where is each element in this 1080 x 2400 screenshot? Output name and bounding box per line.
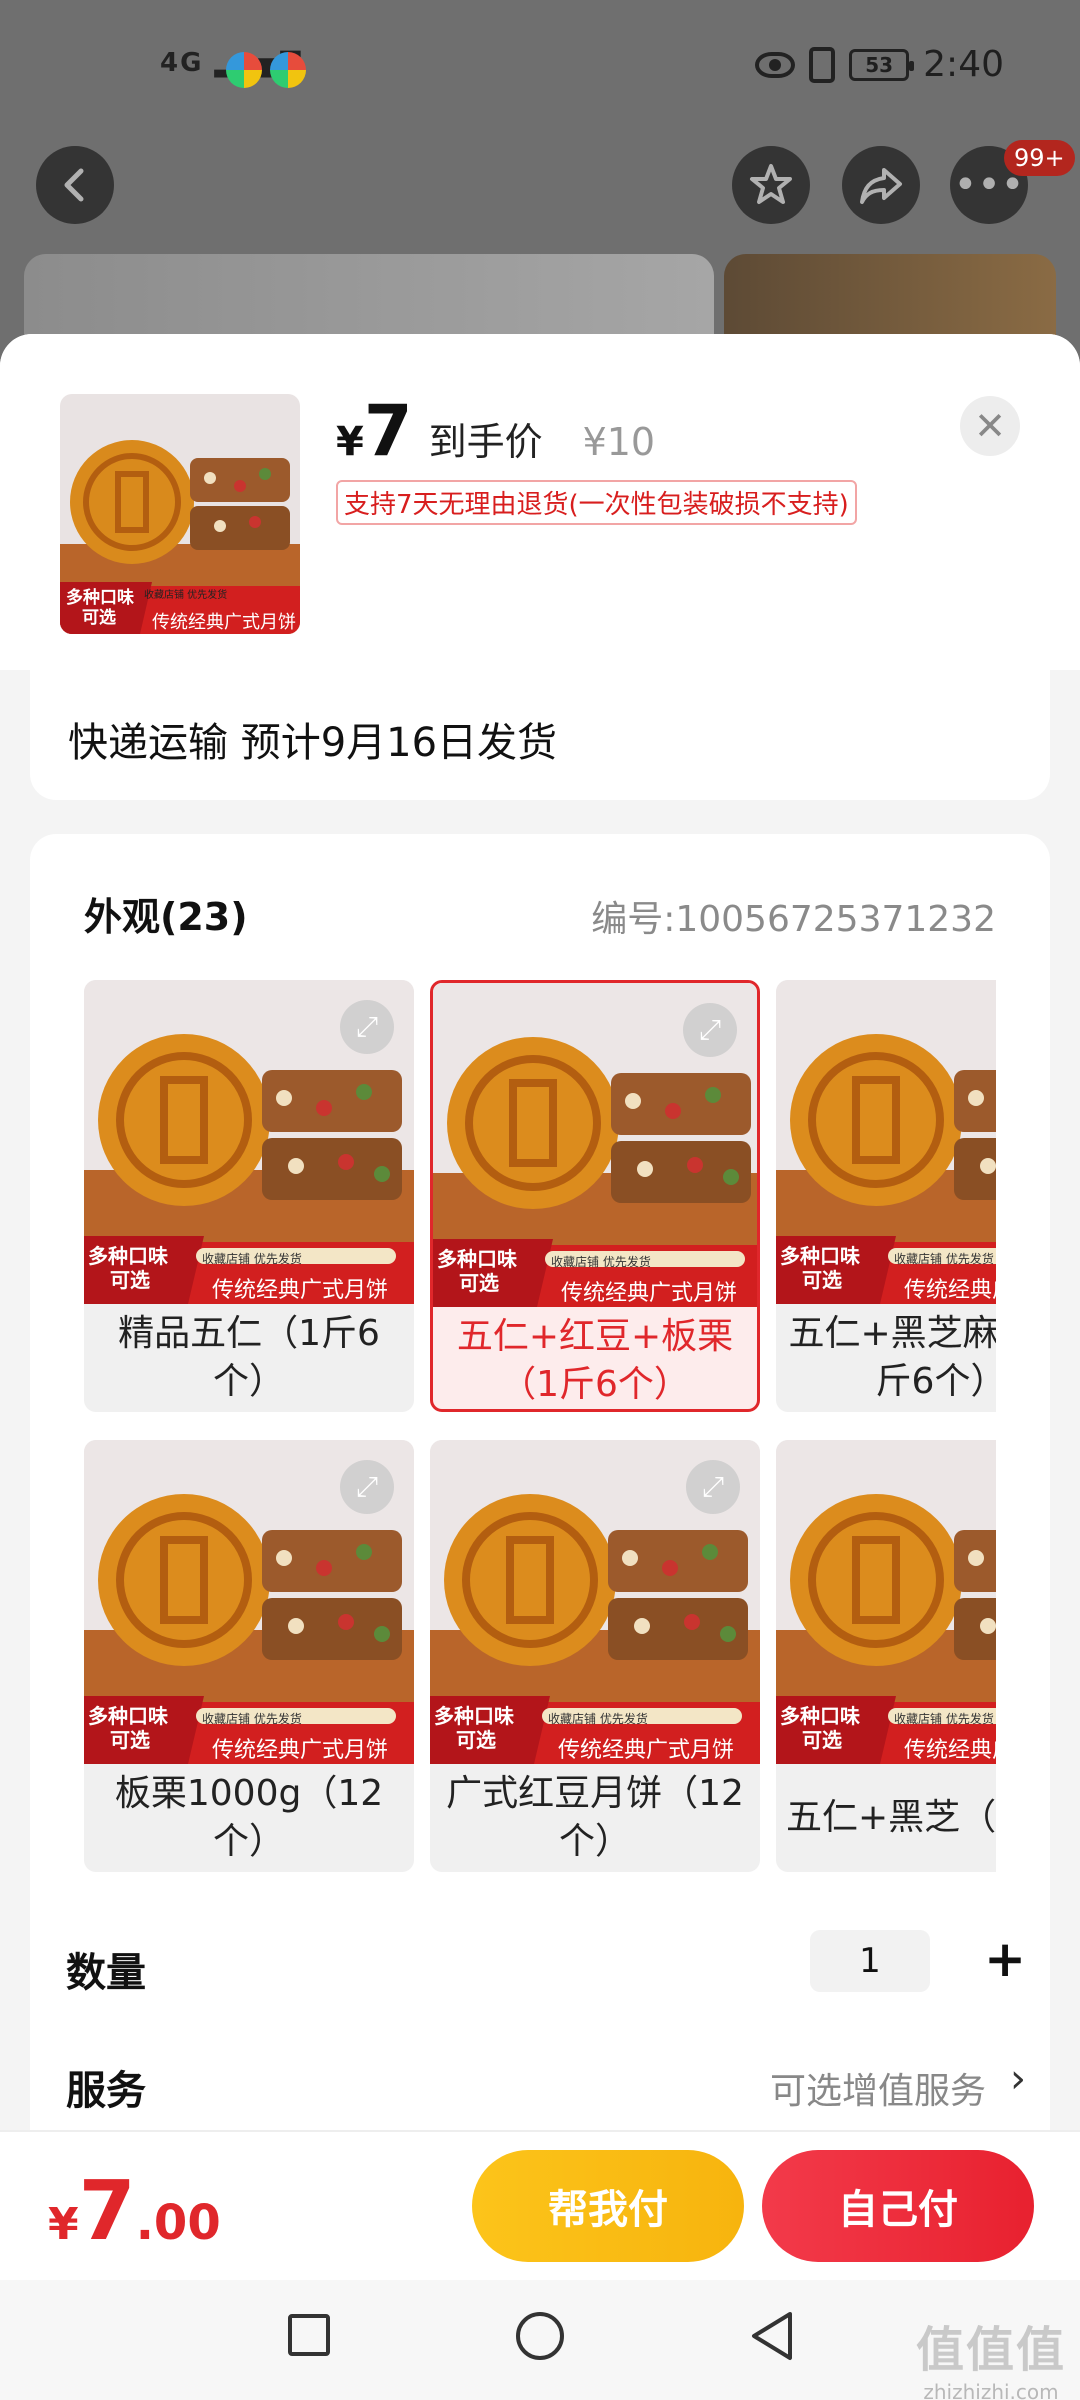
background-banner [24, 254, 714, 344]
pay-myself-button[interactable]: 自己付 [762, 2150, 1034, 2262]
recents-button[interactable] [288, 2314, 330, 2356]
vibrate-icon [809, 46, 836, 83]
sku-option-tile[interactable]: 多种口味 可选 收藏店铺 优先发货传统经典广式月饼 ⤢ 板栗1000g（12个） [84, 1440, 414, 1872]
sku-option-badge: 多种口味 可选 [437, 1247, 517, 1295]
shipping-info: 快递运输 预计9月16日发货 [68, 720, 558, 766]
chevron-left-icon [64, 168, 84, 202]
sku-option-tags: 收藏店铺 优先发货 [548, 1712, 648, 1726]
sku-option-banner: 传统经典广式月饼 [561, 1281, 738, 1306]
sku-option-tags: 收藏店铺 优先发货 [551, 1255, 651, 1269]
watermark: 值值值 zhizhizhi.com [916, 2310, 1066, 2400]
return-policy-tag: 支持7天无理由退货(一次性包装破损不支持) [336, 480, 857, 525]
original-price: ¥10 [582, 420, 656, 464]
status-bar: 4G ▂▃▅▇ 53 2:40 [0, 0, 1080, 130]
sku-option-tile[interactable]: 多种口味 可选 收藏店铺 优先发货传统经典广式月饼 ⤢ 五仁+红豆+板栗（1斤6个） [430, 980, 760, 1412]
options-title: 外观(23) [84, 895, 248, 939]
sku-option-label: 精品五仁（1斤6个） [118, 1313, 380, 1402]
checkout-bar: ¥ 7 .00 帮我付 自己付 [0, 2130, 1080, 2280]
help-me-pay-button[interactable]: 帮我付 [472, 2150, 744, 2262]
eye-icon [755, 51, 796, 78]
sku-option-badge: 多种口味 可选 [780, 1704, 860, 1752]
total-price: ¥ 7 .00 [48, 2164, 221, 2259]
close-button[interactable]: ✕ [960, 396, 1020, 456]
close-icon: ✕ [974, 404, 1006, 448]
home-button[interactable] [516, 2312, 564, 2360]
sku-option-tags: 收藏店铺 优先发货 [894, 1712, 994, 1726]
service-label: 服务 [66, 2068, 146, 2114]
options-card: 外观(23) 编号:10056725371232 多种口味 可选 收藏店铺 优先发货… [30, 834, 1050, 2130]
final-price-label: 到手价 [428, 420, 543, 464]
sku-option-label: 广式红豆月饼（12个） [446, 1773, 744, 1862]
sku-option-label: 五仁+黑芝麻子（1斤6个） [788, 1313, 996, 1402]
battery-level: 53 [865, 52, 894, 77]
expand-icon[interactable]: ⤢ [686, 1460, 740, 1514]
notification-badge: 99+ [1004, 140, 1075, 176]
share-button[interactable] [842, 146, 920, 224]
clock: 2:40 [923, 44, 1004, 85]
thumb-badge: 多种口味 可选 [66, 588, 134, 628]
sku-option-banner: 传统经典广式月饼 [212, 1278, 389, 1303]
quantity-increase-button[interactable]: + [984, 1930, 1026, 1988]
total-decimal: .00 [135, 2195, 221, 2251]
service-value: 可选增值服务 [769, 2071, 986, 2112]
sku-option-tags: 收藏店铺 优先发货 [202, 1712, 302, 1726]
sku-option-tags: 收藏店铺 优先发货 [202, 1252, 302, 1266]
product-thumbnail[interactable]: 多种口味 可选 收藏店铺 优先发货 传统经典广式月饼 [60, 394, 300, 634]
currency-symbol: ¥ [336, 419, 364, 465]
watermark-logo: 值值值 [915, 2322, 1066, 2378]
price-line: ¥ 7 到手价 ¥10 [336, 390, 655, 472]
sku-selector-sheet: 多种口味 可选 收藏店铺 优先发货 传统经典广式月饼 ¥ 7 到手价 ¥10 支持… [0, 334, 1080, 2130]
sku-option-badge: 多种口味 可选 [780, 1244, 860, 1292]
back-triangle-icon[interactable] [746, 2308, 796, 2364]
sku-option-tile[interactable]: 多种口味可选收藏店铺 优先发货传统经典广式月饼⤢五仁+黑芝麻子（1斤6个） [776, 980, 996, 1412]
service-row[interactable]: 服务 可选增值服务 › [66, 2044, 1026, 2124]
sku-number: 编号:10056725371232 [591, 899, 996, 940]
favorite-button[interactable] [732, 146, 810, 224]
shipping-card: 快递运输 预计9月16日发货 [30, 670, 1050, 800]
sku-option-tile[interactable]: 多种口味 可选 收藏店铺 优先发货传统经典广式月饼 ⤢ 广式红豆月饼（12个） [430, 1440, 760, 1872]
network-label: 4G [160, 48, 204, 78]
thumb-badge-line1: 多种口味 [66, 588, 134, 608]
system-navigation-bar: 值值值 zhizhizhi.com [0, 2280, 1080, 2400]
app-notification-icon [226, 52, 262, 88]
thumb-badge-line2: 可选 [82, 608, 116, 628]
sku-option-banner: 传统经典广式月饼 [558, 1738, 735, 1763]
back-button[interactable] [36, 146, 114, 224]
thumb-tags: 收藏店铺 优先发货 [144, 590, 228, 601]
sku-option-label: 板栗1000g（12个） [114, 1773, 384, 1862]
expand-icon[interactable]: ⤢ [683, 1003, 737, 1057]
total-currency: ¥ [48, 2199, 79, 2250]
quantity-input[interactable]: 1 [810, 1930, 930, 1992]
watermark-url: zhizhizhi.com [923, 2380, 1059, 2400]
share-icon [860, 168, 902, 204]
expand-icon[interactable]: ⤢ [340, 1460, 394, 1514]
sku-option-banner: 传统经典广式月饼 [904, 1278, 996, 1303]
sku-option-badge: 多种口味 可选 [88, 1704, 168, 1752]
sku-option-banner: 传统经典广式月饼 [212, 1738, 389, 1763]
sku-option-tile[interactable]: 多种口味可选收藏店铺 优先发货传统经典广式月饼⤢五仁+黑芝（12个） [776, 1440, 996, 1872]
quantity-row: 数量 − 1 + [66, 1926, 1026, 2006]
quantity-label: 数量 [66, 1950, 146, 1996]
app-notification-icon [270, 52, 306, 88]
star-icon [750, 164, 792, 204]
total-integer: 7 [78, 2164, 136, 2259]
thumb-banner: 传统经典广式月饼 [152, 612, 296, 633]
product-header: 多种口味 可选 收藏店铺 优先发货 传统经典广式月饼 ¥ 7 到手价 ¥10 支持… [0, 334, 1080, 670]
options-grid: 多种口味 可选 收藏店铺 优先发货 传统经典广式月饼 ⤢ 精品五仁（1斤6个） 多种口味可… [84, 980, 996, 1880]
chevron-right-icon: › [1010, 2056, 1026, 2102]
sku-option-banner: 传统经典广式月饼 [904, 1738, 996, 1763]
battery-icon: 53 [849, 48, 915, 81]
final-price: 7 [363, 390, 413, 472]
expand-icon[interactable]: ⤢ [340, 1000, 394, 1054]
sku-option-badge: 多种口味 可选 [434, 1704, 514, 1752]
sku-option-badge: 多种口味 可选 [88, 1244, 168, 1292]
sku-option-tile[interactable]: 多种口味 可选 收藏店铺 优先发货传统经典广式月饼 ⤢ 精品五仁（1斤6个） [84, 980, 414, 1412]
background-thumbnail [724, 254, 1056, 344]
sku-option-label: 五仁+黑芝（12个） [786, 1797, 996, 1838]
sku-option-label: 五仁+红豆+板栗（1斤6个） [456, 1316, 734, 1405]
sku-option-tags: 收藏店铺 优先发货 [894, 1252, 994, 1266]
